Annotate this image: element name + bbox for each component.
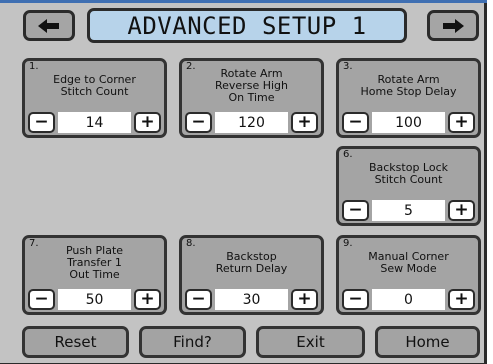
param-card-8: 8. Backstop Return Delay − 30 + (179, 235, 324, 315)
increment-button[interactable]: + (291, 112, 318, 133)
param-label: Rotate Arm Reverse High On Time (215, 67, 288, 104)
param-value[interactable]: 5 (372, 200, 445, 221)
decrement-button[interactable]: − (185, 289, 212, 310)
param-stepper: − 14 + (28, 112, 161, 133)
param-label: Rotate Arm Home Stop Delay (360, 73, 457, 98)
param-stepper: − 120 + (185, 112, 318, 133)
increment-button[interactable]: + (134, 289, 161, 310)
next-page-button[interactable] (427, 10, 479, 41)
param-label: Backstop Lock Stitch Count (368, 161, 449, 186)
param-stepper: − 0 + (342, 289, 475, 310)
param-label: Manual Corner Sew Mode (368, 250, 449, 275)
param-value[interactable]: 14 (58, 112, 131, 133)
decrement-button[interactable]: − (342, 112, 369, 133)
param-stepper: − 30 + (185, 289, 318, 310)
increment-button[interactable]: + (134, 112, 161, 133)
param-label: Backstop Return Delay (215, 250, 288, 275)
increment-button[interactable]: + (448, 200, 475, 221)
increment-button[interactable]: + (448, 289, 475, 310)
increment-button[interactable]: + (448, 112, 475, 133)
decrement-button[interactable]: − (185, 112, 212, 133)
param-label: Edge to Corner Stitch Count (53, 73, 136, 98)
decrement-button[interactable]: − (342, 289, 369, 310)
param-card-1: 1. Edge to Corner Stitch Count − 14 + (22, 58, 167, 138)
param-value[interactable]: 100 (372, 112, 445, 133)
page-title: ADVANCED SETUP 1 (87, 8, 407, 43)
param-value[interactable]: 50 (58, 289, 131, 310)
param-value[interactable]: 30 (215, 289, 288, 310)
home-button[interactable]: Home (375, 326, 480, 358)
decrement-button[interactable]: − (28, 112, 55, 133)
decrement-button[interactable]: − (28, 289, 55, 310)
advanced-setup-panel: ADVANCED SETUP 1 1. Edge to Corner Stitc… (0, 0, 487, 364)
increment-button[interactable]: + (291, 289, 318, 310)
arrow-left-icon (38, 18, 59, 33)
exit-button[interactable]: Exit (256, 326, 365, 358)
param-card-3: 3. Rotate Arm Home Stop Delay − 100 + (336, 58, 481, 138)
param-card-2: 2. Rotate Arm Reverse High On Time − 120… (179, 58, 324, 138)
prev-page-button[interactable] (23, 10, 75, 41)
param-card-7: 7. Push Plate Transfer 1 Out Time − 50 + (22, 235, 167, 315)
param-card-9: 9. Manual Corner Sew Mode − 0 + (336, 235, 481, 315)
param-stepper: − 50 + (28, 289, 161, 310)
reset-button[interactable]: Reset (22, 326, 129, 358)
param-value[interactable]: 0 (372, 289, 445, 310)
param-stepper: − 5 + (342, 200, 475, 221)
param-card-6: 6. Backstop Lock Stitch Count − 5 + (336, 146, 481, 226)
arrow-right-icon (443, 18, 464, 33)
param-stepper: − 100 + (342, 112, 475, 133)
param-value[interactable]: 120 (215, 112, 288, 133)
top-accent-line (0, 0, 487, 3)
find-button[interactable]: Find? (139, 326, 246, 358)
param-label: Push Plate Transfer 1 Out Time (65, 244, 124, 281)
decrement-button[interactable]: − (342, 200, 369, 221)
screen-edge (487, 0, 493, 364)
